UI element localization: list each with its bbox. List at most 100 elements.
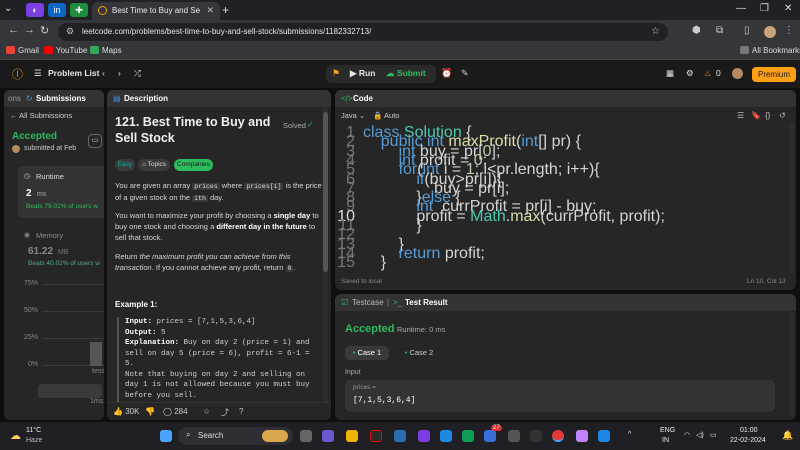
brackets-icon[interactable]: {} — [765, 111, 770, 120]
result-scrollbar[interactable] — [789, 312, 794, 416]
app-icon[interactable] — [576, 430, 588, 442]
language-select[interactable]: Java ⌄ — [341, 111, 365, 120]
bookmark-maps[interactable]: Maps — [90, 46, 122, 55]
user-avatar[interactable] — [732, 68, 743, 79]
format-icon[interactable]: ☰ — [737, 111, 744, 120]
scroll-thumb[interactable] — [323, 112, 328, 272]
problem-list-link[interactable]: Problem List — [48, 68, 99, 78]
tab-testcase[interactable]: Testcase — [352, 298, 384, 307]
messages-icon[interactable] — [508, 430, 520, 442]
code-editor[interactable]: 1 class Solution {2 public int maxProfit(… — [335, 124, 796, 274]
close-tab-icon[interactable]: ✕ — [206, 5, 214, 16]
leetcode-logo-icon[interactable]: ⓛ — [12, 66, 23, 82]
problem-title[interactable]: 121. Best Time to Buy and Sell Stock — [115, 114, 275, 146]
pinned-tab-icon[interactable]: ◐ — [26, 3, 44, 17]
notifications-icon[interactable]: 🔔 — [782, 430, 793, 441]
companies-chip[interactable]: Companies — [174, 159, 213, 171]
run-button[interactable]: ▶ Run — [350, 68, 375, 79]
minimize-icon[interactable]: — — [736, 3, 746, 14]
chrome-icon[interactable] — [552, 430, 564, 442]
favorite-star-icon[interactable]: ☆ — [203, 407, 210, 416]
tab-search-icon[interactable]: ⌄ — [4, 3, 12, 14]
all-submissions-link[interactable]: ← All Submissions — [10, 111, 72, 120]
taskbar-search[interactable]: ⌕ Search — [178, 427, 293, 445]
case-1-tab[interactable]: • Case 1 — [345, 346, 389, 360]
comments-button[interactable]: ◯ 284 — [163, 407, 188, 416]
wifi-icon[interactable]: ◠ — [684, 431, 690, 439]
runtime-card[interactable]: ◷ Runtime 2 ms Beats 79.01% of users w — [18, 166, 104, 218]
tab-submissions[interactable]: Submissions — [36, 94, 86, 103]
store-icon[interactable] — [530, 430, 542, 442]
auto-toggle[interactable]: 🔒 Auto — [373, 111, 399, 120]
prev-problem-icon[interactable]: ‹ — [102, 68, 105, 78]
close-window-icon[interactable]: ✕ — [784, 3, 792, 14]
reset-icon[interactable]: ↺ — [779, 111, 786, 120]
notes-icon[interactable]: ✎ — [461, 68, 469, 79]
tray-chevron-icon[interactable]: ^ — [628, 431, 631, 438]
linkedin-icon[interactable]: in — [48, 3, 66, 17]
tab-code[interactable]: Code — [353, 94, 373, 103]
timer-icon[interactable]: ⏰ — [441, 68, 452, 79]
extensions-puzzle-icon[interactable]: ⧉ — [716, 25, 723, 36]
distribution-bar[interactable] — [90, 342, 102, 366]
profile-avatar[interactable] — [764, 26, 776, 38]
maximize-icon[interactable]: ❐ — [760, 3, 769, 14]
next-problem-icon[interactable]: › — [118, 68, 121, 78]
folder-icon — [740, 46, 749, 54]
task-view-icon[interactable] — [300, 430, 312, 442]
netflix-icon[interactable] — [370, 430, 382, 442]
sheets-icon[interactable]: ✚ — [70, 3, 88, 17]
tab-editorial-partial[interactable]: ons — [8, 94, 21, 103]
tab-description[interactable]: Description — [124, 94, 168, 103]
reload-icon[interactable]: ↻ — [40, 24, 49, 37]
photos-icon[interactable] — [440, 430, 452, 442]
clock-date[interactable]: 22-02-2024 — [730, 437, 766, 444]
editor-icon[interactable]: ▭ — [88, 134, 102, 148]
settings-app-icon[interactable] — [418, 430, 430, 442]
description-body: 121. Best Time to Buy and Sell Stock — [115, 114, 325, 146]
menu-icon[interactable]: ⋮ — [784, 25, 794, 36]
lang-region[interactable]: IN — [662, 437, 669, 444]
forward-icon[interactable]: → — [24, 24, 35, 36]
submit-button[interactable]: ☁ Submit — [386, 68, 426, 79]
dislike-icon[interactable]: 👎 — [145, 407, 155, 416]
distribution-scroll[interactable] — [38, 384, 102, 398]
lang-code[interactable]: ENG — [660, 427, 675, 434]
help-icon[interactable]: ? — [239, 407, 243, 416]
battery-icon[interactable]: ▭ — [710, 431, 717, 439]
all-bookmarks[interactable]: All Bookmarks — [740, 46, 800, 55]
debug-icon[interactable]: ⚑ — [332, 68, 340, 79]
share-icon[interactable]: ⤴ — [221, 407, 229, 418]
url-field[interactable]: ⚙ leetcode.com/problems/best-time-to-buy… — [58, 23, 668, 41]
description-scrollbar[interactable] — [323, 108, 328, 408]
topics-chip[interactable]: ⌂ Topics — [138, 159, 170, 171]
difficulty-badge[interactable]: Easy — [115, 159, 135, 171]
teams-icon[interactable] — [322, 430, 334, 442]
bookmark-icon[interactable]: 🔖 — [751, 111, 761, 120]
case-2-tab[interactable]: • Case 2 — [397, 346, 441, 360]
active-tab[interactable]: Best Time to Buy and Sell Stock ✕ — [92, 2, 220, 20]
whatsapp-icon[interactable] — [484, 430, 496, 442]
new-tab-icon[interactable]: + — [222, 3, 229, 17]
vscode-icon[interactable] — [598, 430, 610, 442]
volume-icon[interactable]: ◁) — [696, 431, 704, 439]
like-button[interactable]: 👍 30K — [113, 407, 139, 416]
tab-test-result[interactable]: Test Result — [405, 298, 448, 307]
extension-icon[interactable]: ⬢ — [692, 25, 701, 36]
site-info-icon[interactable]: ⚙ — [66, 26, 74, 37]
back-icon[interactable]: ← — [8, 24, 19, 36]
layout-icon[interactable]: ▦ — [666, 68, 674, 79]
side-panel-icon[interactable]: ▯ — [744, 25, 750, 36]
premium-button[interactable]: Premium — [752, 67, 796, 82]
settings-icon[interactable]: ⚙ — [686, 68, 694, 79]
bookmark-star-icon[interactable]: ☆ — [651, 26, 660, 37]
windows-start-icon[interactable] — [160, 430, 172, 442]
shuffle-icon[interactable]: ⤮ — [134, 68, 141, 79]
file-explorer-icon[interactable] — [346, 430, 358, 442]
mail-icon[interactable] — [394, 430, 406, 442]
code-scrollbar[interactable] — [789, 124, 794, 274]
sheets-app-icon[interactable] — [462, 430, 474, 442]
clock-time[interactable]: 01:00 — [740, 427, 758, 434]
bookmark-gmail[interactable]: Gmail — [6, 46, 39, 55]
bookmark-youtube[interactable]: YouTube — [44, 46, 87, 55]
